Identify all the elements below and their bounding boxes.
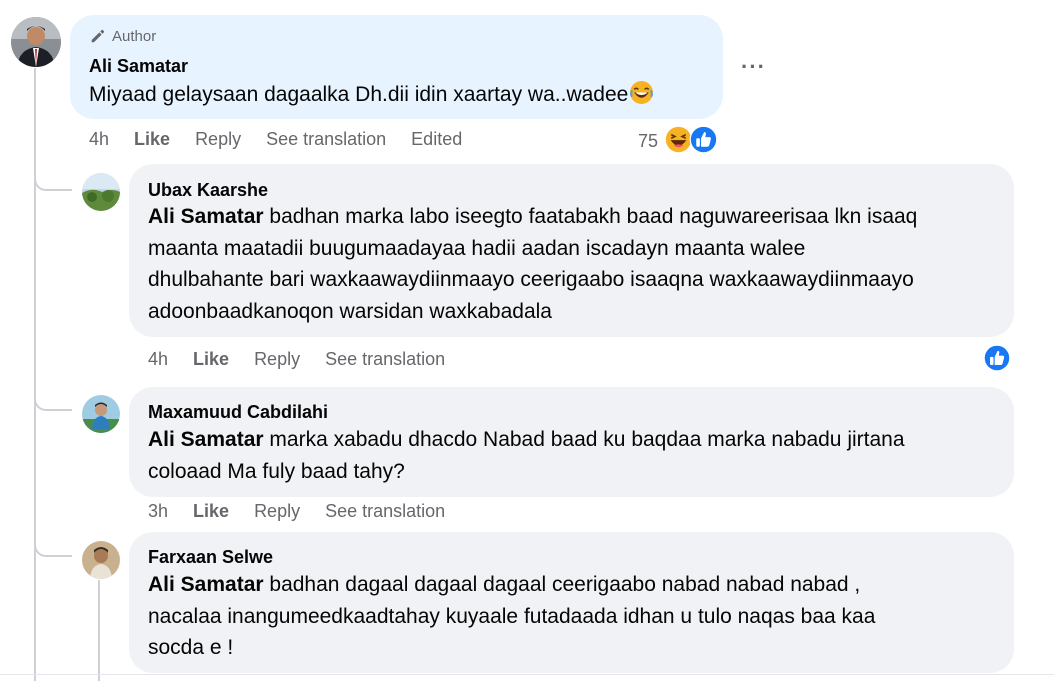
comment-line: Ali Samatar badhan marka labo iseegto fa… [148, 201, 917, 233]
divider [0, 674, 1054, 675]
comment-text: Ali Samatar marka xabadu dhacdo Nabad ba… [148, 424, 905, 487]
commenter-name[interactable]: Farxaan Selwe [148, 547, 273, 568]
pencil-icon [89, 27, 107, 45]
sub-thread-line [98, 580, 100, 681]
comment-line: maanta maatadii buugumaadayaa hadii aada… [148, 236, 806, 260]
thread-branch [34, 175, 72, 191]
comment-text-segment: badhan dagaal dagaal dagaal ceerigaabo n… [263, 573, 861, 596]
like-button[interactable]: Like [134, 129, 170, 150]
comment-line: Ali Samatar marka xabadu dhacdo Nabad ba… [148, 424, 905, 456]
commenter-name[interactable]: Maxamuud Cabdilahi [148, 402, 328, 423]
comment-bubble: Ubax Kaarshe Ali Samatar badhan marka la… [129, 164, 1014, 337]
timestamp[interactable]: 4h [148, 349, 168, 370]
reply-button[interactable]: Reply [254, 501, 300, 522]
timestamp[interactable]: 3h [148, 501, 168, 522]
commenter-name[interactable]: Ali Samatar [89, 56, 188, 77]
comment-bubble: Author Ali Samatar Miyaad gelaysaan daga… [70, 15, 723, 119]
comment-text-segment: badhan marka labo iseegto faatabakh baad… [263, 205, 918, 228]
thread-branch [34, 541, 72, 557]
laughing-emoji-icon [629, 80, 654, 105]
comment-actions: 4h Like Reply See translation [148, 349, 470, 370]
comment-bubble: Maxamuud Cabdilahi Ali Samatar marka xab… [129, 387, 1014, 497]
avatar[interactable] [82, 395, 120, 433]
comment-text: Ali Samatar badhan marka labo iseegto fa… [148, 201, 917, 327]
see-translation-link[interactable]: See translation [325, 349, 445, 370]
like-button[interactable]: Like [193, 349, 229, 370]
reaction-count[interactable]: 75 [638, 131, 658, 152]
reply-button[interactable]: Reply [254, 349, 300, 370]
comment-actions: 3h Like Reply See translation [148, 501, 470, 522]
like-reaction-icon[interactable] [689, 125, 718, 154]
thread-branch [34, 395, 72, 411]
comment-line: Ali Samatar badhan dagaal dagaal dagaal … [148, 569, 875, 601]
more-options-button[interactable]: ··· [741, 54, 766, 80]
comment-actions: 4h Like Reply See translation Edited [89, 129, 487, 150]
comment-text-segment: marka xabadu dhacdo Nabad baad ku baqdaa… [263, 428, 905, 451]
comment-line: coloaad Ma fuly baad tahy? [148, 459, 405, 483]
comment-bubble: Farxaan Selwe Ali Samatar badhan dagaal … [129, 532, 1014, 673]
mention-link[interactable]: Ali Samatar [148, 205, 264, 228]
comment-line: nacalaa inangumeedkaadtahay kuyaale futa… [148, 604, 876, 628]
comment-line: socda e ! [148, 636, 234, 659]
like-button[interactable]: Like [193, 501, 229, 522]
author-badge: Author [89, 27, 156, 45]
like-reaction-icon[interactable] [983, 344, 1011, 372]
comment-line: adoonbaadkanoqon warsidan waxkabadala [148, 299, 552, 323]
avatar[interactable] [11, 17, 61, 67]
edited-label: Edited [411, 129, 463, 149]
mention-link[interactable]: Ali Samatar [148, 573, 264, 596]
comment-text: Miyaad gelaysaan dagaalka Dh.dii idin xa… [89, 79, 654, 111]
see-translation-link[interactable]: See translation [266, 129, 386, 150]
comment-text-body: Miyaad gelaysaan dagaalka Dh.dii idin xa… [89, 83, 629, 106]
avatar[interactable] [82, 541, 120, 579]
comment-line: dhulbahante bari waxkaawaydiinmaayo ceer… [148, 268, 914, 291]
comment-text: Ali Samatar badhan dagaal dagaal dagaal … [148, 569, 875, 664]
reply-button[interactable]: Reply [195, 129, 241, 150]
see-translation-link[interactable]: See translation [325, 501, 445, 522]
thread-line [34, 68, 36, 681]
commenter-name[interactable]: Ubax Kaarshe [148, 180, 268, 201]
timestamp[interactable]: 4h [89, 129, 109, 150]
author-badge-label: Author [112, 27, 157, 45]
avatar[interactable] [82, 173, 120, 211]
mention-link[interactable]: Ali Samatar [148, 428, 264, 451]
